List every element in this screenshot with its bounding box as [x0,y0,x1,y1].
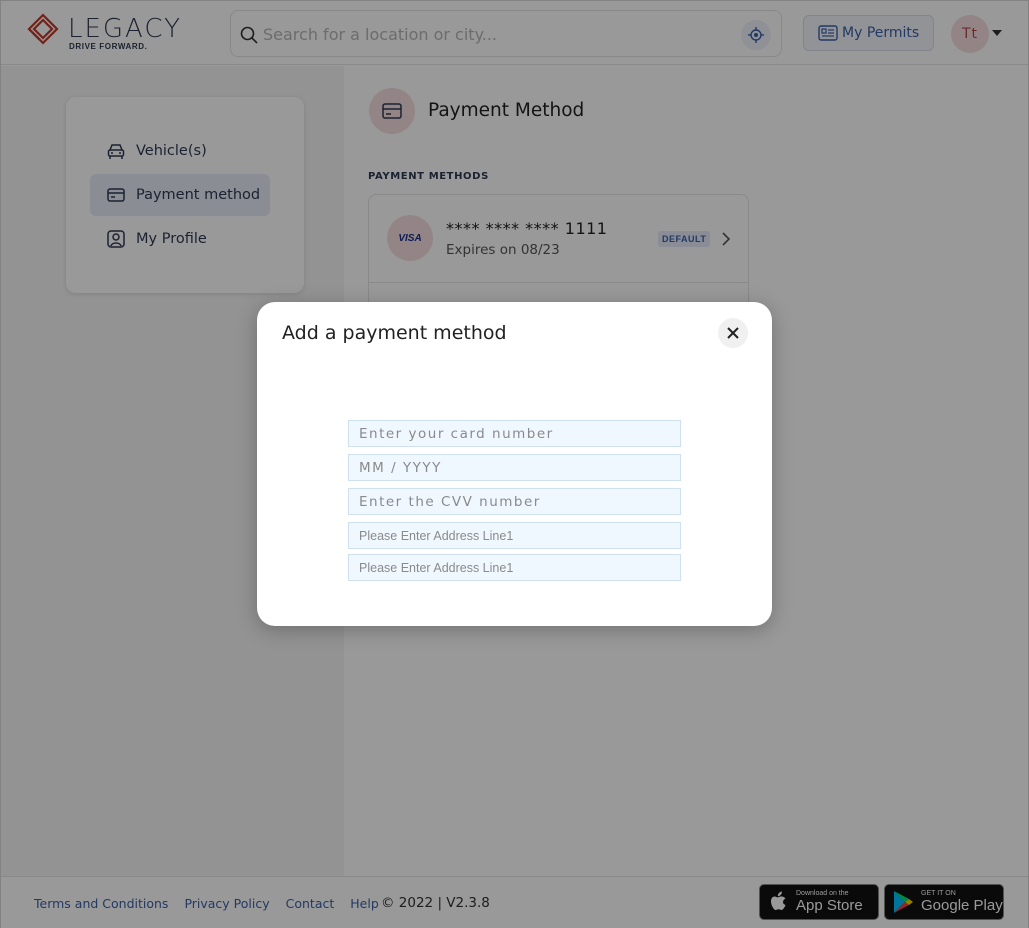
card-number-field[interactable] [348,420,681,447]
modal-title: Add a payment method [282,322,507,344]
expiry-date-field[interactable] [348,454,681,481]
close-icon [727,327,739,339]
add-payment-modal: Add a payment method [257,302,772,626]
cvv-field[interactable] [348,488,681,515]
address-line2-field[interactable] [348,554,681,581]
address-line1-field[interactable] [348,522,681,549]
close-button[interactable] [718,318,748,348]
